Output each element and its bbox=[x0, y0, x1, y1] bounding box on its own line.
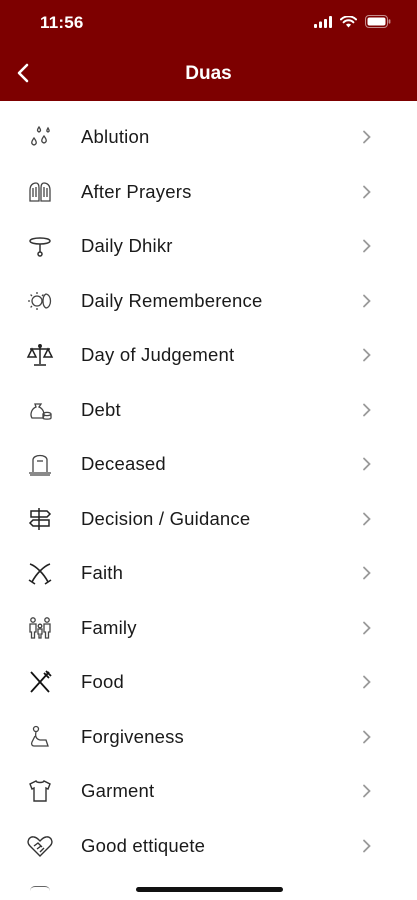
chevron-right-icon bbox=[363, 348, 371, 362]
sun-moon-icon bbox=[25, 286, 55, 316]
signal-icon bbox=[314, 15, 332, 28]
list-item-label: Daily Dhikr bbox=[81, 235, 173, 257]
chevron-right-icon bbox=[363, 185, 371, 199]
chevron-right-icon bbox=[363, 784, 371, 798]
scales-icon bbox=[25, 340, 55, 370]
next-item-icon-partial bbox=[30, 886, 50, 891]
money-bag-icon bbox=[25, 395, 55, 425]
chevron-right-icon bbox=[363, 239, 371, 253]
praying-hands-icon bbox=[25, 177, 55, 207]
page-title: Duas bbox=[185, 63, 232, 84]
list-item-day-of-judgement[interactable]: Day of Judgement bbox=[0, 328, 417, 383]
list-item-label: Decision / Guidance bbox=[81, 507, 251, 529]
list-item-debt[interactable]: Debt bbox=[0, 383, 417, 438]
prayer-beads-icon bbox=[25, 231, 55, 261]
list-item-label: After Prayers bbox=[81, 180, 192, 202]
kneeling-person-icon bbox=[25, 722, 55, 752]
list-item-faith[interactable]: Faith bbox=[0, 546, 417, 601]
crossed-swords-icon bbox=[25, 558, 55, 588]
signpost-icon bbox=[25, 504, 55, 534]
list-item-good-ettiquete[interactable]: Good ettiquete bbox=[0, 819, 417, 874]
list-item-label: Garment bbox=[81, 780, 155, 802]
list-item-decision-guidance[interactable]: Decision / Guidance bbox=[0, 492, 417, 547]
water-drops-icon bbox=[25, 122, 55, 152]
list-item-label: Food bbox=[81, 671, 124, 693]
grave-icon bbox=[25, 449, 55, 479]
list-item-label: Family bbox=[81, 616, 137, 638]
list-item-food[interactable]: Food bbox=[0, 655, 417, 710]
list-item-label: Faith bbox=[81, 562, 124, 584]
chevron-right-icon bbox=[363, 621, 371, 635]
fork-knife-icon bbox=[25, 667, 55, 697]
duas-list: Ablution After Prayers Daily Dhikr Daily… bbox=[0, 110, 417, 873]
battery-icon bbox=[365, 15, 391, 28]
top-bar: 11:56 Duas bbox=[0, 0, 417, 101]
list-item-after-prayers[interactable]: After Prayers bbox=[0, 165, 417, 220]
status-bar: 11:56 bbox=[0, 0, 417, 48]
chevron-right-icon bbox=[363, 294, 371, 308]
list-item-label: Daily Rememberence bbox=[81, 289, 263, 311]
chevron-right-icon bbox=[363, 512, 371, 526]
chevron-right-icon bbox=[363, 457, 371, 471]
list-item-label: Debt bbox=[81, 398, 121, 420]
list-item-ablution[interactable]: Ablution bbox=[0, 110, 417, 165]
list-item-label: Ablution bbox=[81, 126, 150, 148]
list-item-label: Day of Judgement bbox=[81, 344, 235, 366]
navigation-bar: Duas bbox=[0, 48, 417, 101]
list-item-daily-rememberence[interactable]: Daily Rememberence bbox=[0, 274, 417, 329]
chevron-right-icon bbox=[363, 839, 371, 853]
status-time: 11:56 bbox=[40, 13, 84, 32]
list-item-label: Forgiveness bbox=[81, 725, 184, 747]
chevron-right-icon bbox=[363, 566, 371, 580]
family-icon bbox=[25, 613, 55, 643]
list-item-forgiveness[interactable]: Forgiveness bbox=[0, 710, 417, 765]
chevron-right-icon bbox=[363, 675, 371, 689]
heart-handshake-icon bbox=[25, 831, 55, 861]
wifi-icon bbox=[340, 15, 357, 27]
list-item-garment[interactable]: Garment bbox=[0, 764, 417, 819]
list-item-label: Deceased bbox=[81, 453, 166, 475]
chevron-right-icon bbox=[363, 730, 371, 744]
status-icons bbox=[314, 15, 391, 28]
list-item-deceased[interactable]: Deceased bbox=[0, 437, 417, 492]
chevron-right-icon bbox=[363, 130, 371, 144]
shirt-icon bbox=[25, 776, 55, 806]
list-item-daily-dhikr[interactable]: Daily Dhikr bbox=[0, 219, 417, 274]
home-indicator[interactable] bbox=[136, 887, 283, 892]
list-item-family[interactable]: Family bbox=[0, 601, 417, 656]
chevron-right-icon bbox=[363, 403, 371, 417]
list-item-label: Good ettiquete bbox=[81, 834, 206, 856]
